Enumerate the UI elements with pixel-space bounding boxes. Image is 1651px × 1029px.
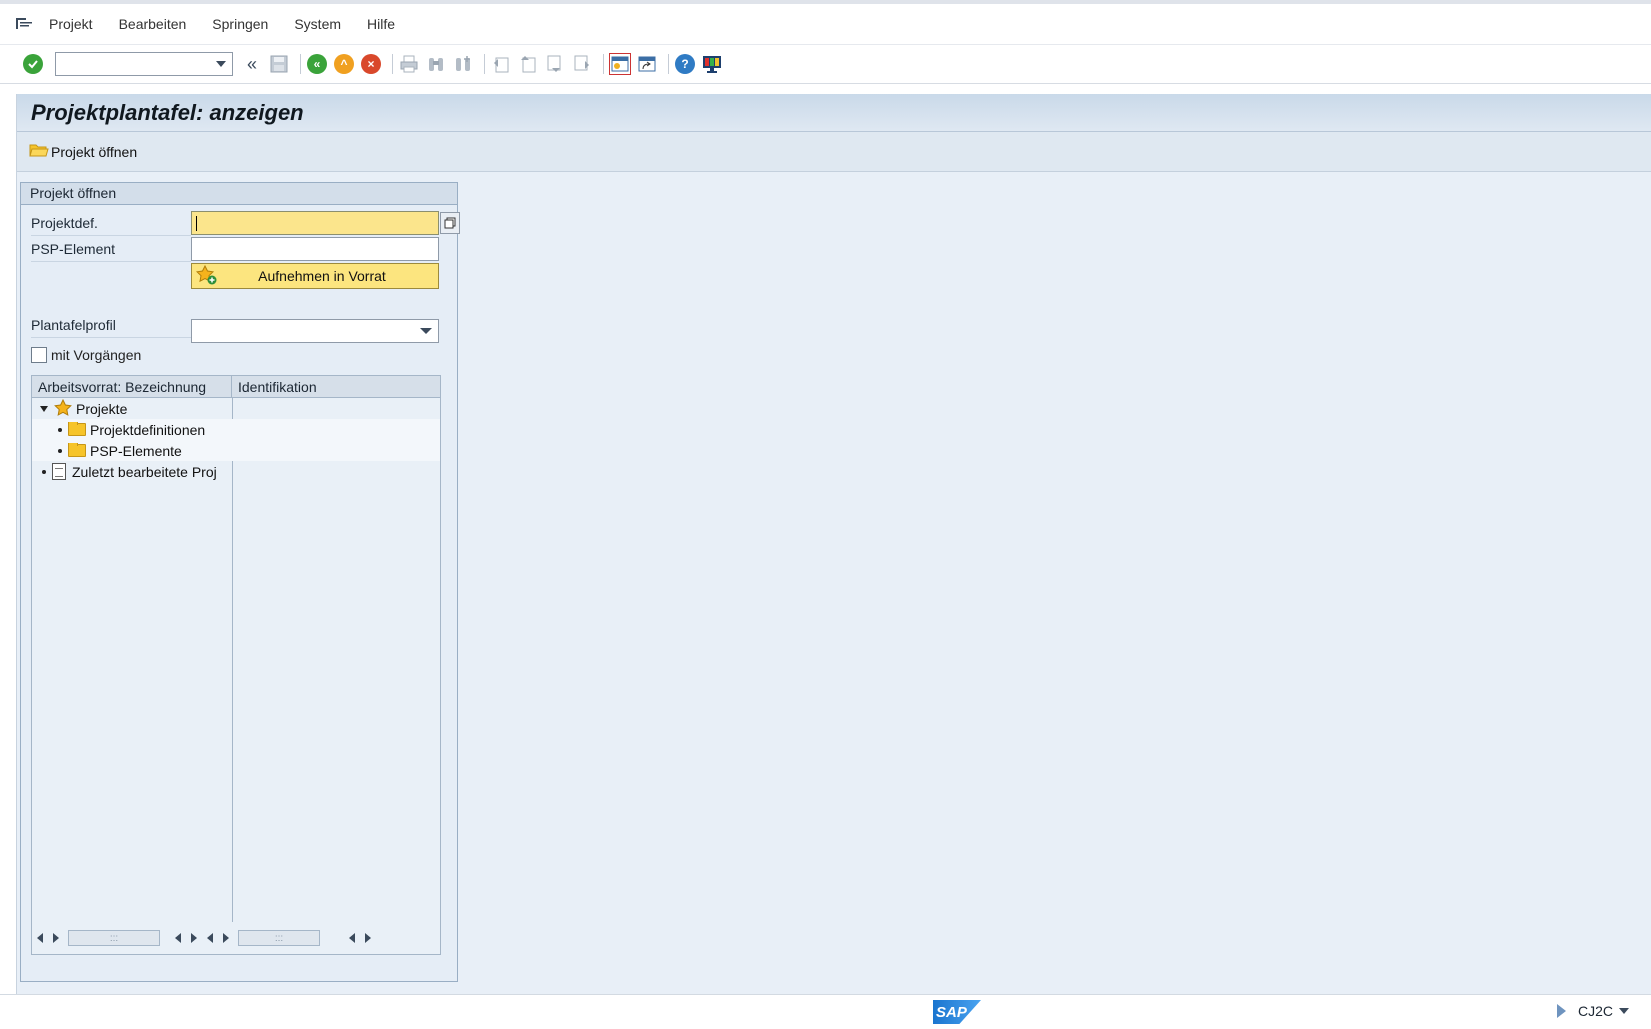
psp-element-input[interactable] [191,237,439,261]
psp-element-label: PSP-Element [31,236,191,262]
profile-row: Plantafelprofil [31,312,191,338]
find-next-icon[interactable] [452,53,474,75]
toolbar-separator [484,54,485,74]
tree-body: Projekte Projektdefinitionen PSP-Element… [32,398,440,922]
status-expand-icon[interactable] [1556,1004,1566,1018]
group-title: Projekt öffnen [21,183,457,205]
application-toolbar: Projekt öffnen [17,132,1651,172]
back-icon[interactable]: « [306,53,328,75]
mit-vorgaengen-label: mit Vorgängen [51,347,142,363]
projektdef-label: Projektdef. [31,210,191,236]
save-icon[interactable] [268,53,290,75]
first-page-icon[interactable] [490,53,512,75]
customize-layout-icon[interactable] [701,53,723,75]
scroll-right-icon[interactable] [223,933,229,943]
menu-springen[interactable]: Springen [212,16,268,32]
command-field[interactable] [55,52,233,76]
print-icon[interactable] [398,53,420,75]
toolbar-separator [300,54,301,74]
create-shortcut-icon[interactable] [636,53,658,75]
horizontal-scrollbar-col1[interactable]: ::: [68,930,160,946]
plantafelprofil-label: Plantafelprofil [31,312,191,338]
projektdef-row: Projektdef. [31,210,460,236]
aufnehmen-in-vorrat-button[interactable]: Aufnehmen in Vorrat [191,263,439,289]
folder-icon [68,442,86,457]
tree-node-projektdefinitionen[interactable]: Projektdefinitionen [32,419,440,440]
next-page-icon[interactable] [544,53,566,75]
help-icon[interactable]: ? [674,53,696,75]
chevron-down-icon[interactable] [1619,1008,1629,1014]
star-icon [54,398,72,419]
psp-row: PSP-Element [31,236,439,262]
find-icon[interactable] [425,53,447,75]
tree-node-psp-elemente[interactable]: PSP-Elemente [32,440,440,461]
scroll-left-icon[interactable] [175,933,181,943]
command-dropdown-icon[interactable] [216,61,226,67]
bullet-icon [58,427,62,432]
tree-scroll-footer: ::: ::: [32,922,440,954]
mit-vorgaengen-checkbox[interactable] [31,347,47,363]
system-menu-icon[interactable] [15,16,35,32]
folder-icon [68,421,86,436]
enter-icon[interactable] [22,53,44,75]
bullet-icon [58,448,62,453]
menu-system[interactable]: System [294,16,341,32]
cancel-icon[interactable]: × [360,53,382,75]
column-header-identifikation[interactable]: Identifikation [232,376,440,397]
menu-projekt[interactable]: Projekt [49,16,93,32]
collapse-command-icon[interactable]: « [241,53,263,75]
plantafelprofil-dropdown[interactable] [191,319,439,343]
text-caret [196,216,197,231]
open-folder-icon [29,142,49,161]
previous-page-icon[interactable] [517,53,539,75]
scroll-left-icon[interactable] [37,933,43,943]
horizontal-scrollbar-col2[interactable]: ::: [238,930,320,946]
bullet-icon [42,469,46,474]
toolbar-separator [392,54,393,74]
standard-toolbar: « « ^ × ? [0,44,1651,84]
worklist-tree: Arbeitsvorrat: Bezeichnung Identifikatio… [31,375,441,955]
projekt-oeffnen-button[interactable]: Projekt öffnen [29,142,137,161]
scroll-left-icon[interactable] [207,933,213,943]
new-session-icon[interactable] [609,53,631,75]
scroll-left-icon[interactable] [349,933,355,943]
scroll-right-icon[interactable] [53,933,59,943]
expand-arrow-icon[interactable] [40,405,48,412]
exit-icon[interactable]: ^ [333,53,355,75]
status-bar: SAP CJ2C [0,994,1651,1029]
chevron-down-icon[interactable] [420,328,432,334]
column-header-bezeichnung[interactable]: Arbeitsvorrat: Bezeichnung [32,376,232,397]
transaction-code-area[interactable]: CJ2C [1556,1003,1629,1019]
transaction-code: CJ2C [1577,1003,1613,1019]
page-title: Projektplantafel: anzeigen [31,99,304,125]
menu-bar: Projekt Bearbeiten Springen System Hilfe [0,4,1651,44]
toolbar-separator [603,54,604,74]
projektdef-input[interactable] [191,211,460,235]
title-bar: Projektplantafel: anzeigen [17,94,1651,132]
toolbar-separator [668,54,669,74]
document-icon [52,463,66,480]
tree-header: Arbeitsvorrat: Bezeichnung Identifikatio… [32,376,440,398]
work-area: Projektplantafel: anzeigen Projekt öffne… [16,94,1651,994]
star-add-icon [195,264,218,288]
scroll-right-icon[interactable] [191,933,197,943]
sap-logo: SAP [933,1000,981,1024]
mit-vorgaengen-row: mit Vorgängen [31,347,141,363]
scroll-right-icon[interactable] [365,933,371,943]
tree-node-zuletzt-bearbeitet[interactable]: Zuletzt bearbeitete Proj [32,461,440,482]
value-help-icon[interactable] [440,212,460,234]
menu-hilfe[interactable]: Hilfe [367,16,395,32]
last-page-icon[interactable] [571,53,593,75]
projekt-oeffnen-group: Projekt öffnen Projektdef. PSP-Element A… [20,182,460,982]
menu-bearbeiten[interactable]: Bearbeiten [119,16,187,32]
tree-node-projekte[interactable]: Projekte [32,398,440,419]
